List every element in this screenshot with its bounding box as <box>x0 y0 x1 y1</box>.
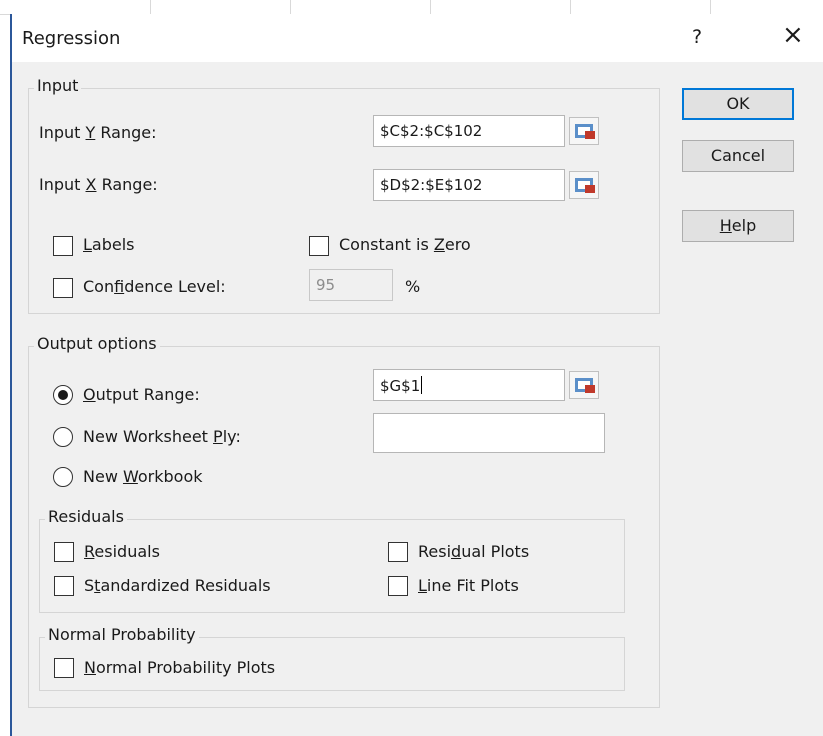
regression-dialog: Regression ? × Input Input Y Range: $C$2… <box>10 14 823 736</box>
input-group-title: Input <box>34 76 82 95</box>
confidence-level-field[interactable]: 95 <box>309 269 393 301</box>
output-range-field[interactable]: $G$1 <box>373 369 565 401</box>
percent-sign: % <box>405 277 421 296</box>
standardized-residuals-checkbox[interactable] <box>54 576 74 596</box>
dialog-title: Regression <box>22 28 121 49</box>
residual-plots-checkbox[interactable] <box>388 542 408 562</box>
radio-selected-dot <box>58 390 68 400</box>
help-button[interactable]: Help <box>682 210 794 242</box>
new-worksheet-ply-radio[interactable] <box>53 427 73 447</box>
line-fit-plots-checkbox[interactable] <box>388 576 408 596</box>
constant-is-zero-label: Constant is Zero <box>339 235 471 254</box>
normal-probability-plots-checkbox[interactable] <box>54 658 74 678</box>
new-workbook-label: New Workbook <box>83 467 203 486</box>
grid-line <box>290 0 291 14</box>
new-worksheet-ply-field[interactable] <box>373 413 605 453</box>
confidence-level-label: Confidence Level: <box>83 277 226 296</box>
output-range-label: Output Range: <box>83 385 200 404</box>
constant-is-zero-checkbox[interactable] <box>309 236 329 256</box>
labels-checkbox-label: Labels <box>83 235 135 254</box>
residuals-group: Residuals Residuals Standardized Residua… <box>39 507 625 613</box>
new-workbook-radio[interactable] <box>53 467 73 487</box>
help-question-icon[interactable]: ? <box>692 26 702 48</box>
output-range-radio[interactable] <box>53 385 73 405</box>
input-y-range-label: Input Y Range: <box>39 123 157 142</box>
close-icon[interactable]: × <box>782 22 804 48</box>
range-select-icon[interactable] <box>569 117 599 145</box>
residual-plots-label: Residual Plots <box>418 542 530 561</box>
output-options-title: Output options <box>34 334 160 353</box>
normal-probability-plots-label: Normal Probability Plots <box>84 658 276 677</box>
grid-line <box>570 0 571 14</box>
residuals-label: Residuals <box>84 542 160 561</box>
confidence-level-checkbox[interactable] <box>53 278 73 298</box>
input-x-range-label: Input X Range: <box>39 175 158 194</box>
residuals-group-title: Residuals <box>45 507 127 526</box>
grid-line <box>430 0 431 14</box>
labels-checkbox[interactable] <box>53 236 73 256</box>
grid-line <box>150 0 151 14</box>
normal-probability-title: Normal Probability <box>45 625 199 644</box>
range-select-icon[interactable] <box>569 371 599 399</box>
input-y-range-field[interactable]: $C$2:$C$102 <box>373 115 565 147</box>
title-bar: Regression ? × <box>12 14 823 62</box>
grid-line <box>710 0 711 14</box>
ok-button[interactable]: OK <box>682 88 794 120</box>
new-worksheet-ply-label: New Worksheet Ply: <box>83 427 241 446</box>
input-x-range-field[interactable]: $D$2:$E$102 <box>373 169 565 201</box>
range-select-icon[interactable] <box>569 171 599 199</box>
spreadsheet-background <box>0 0 823 15</box>
cancel-button[interactable]: Cancel <box>682 140 794 172</box>
standardized-residuals-label: Standardized Residuals <box>84 576 271 595</box>
text-caret <box>421 376 423 394</box>
input-group: Input Input Y Range: $C$2:$C$102 Input X… <box>28 76 660 314</box>
output-options-group: Output options Output Range: $G$1 New Wo… <box>28 334 660 708</box>
normal-probability-group: Normal Probability Normal Probability Pl… <box>39 625 625 691</box>
residuals-checkbox[interactable] <box>54 542 74 562</box>
line-fit-plots-label: Line Fit Plots <box>418 576 519 595</box>
